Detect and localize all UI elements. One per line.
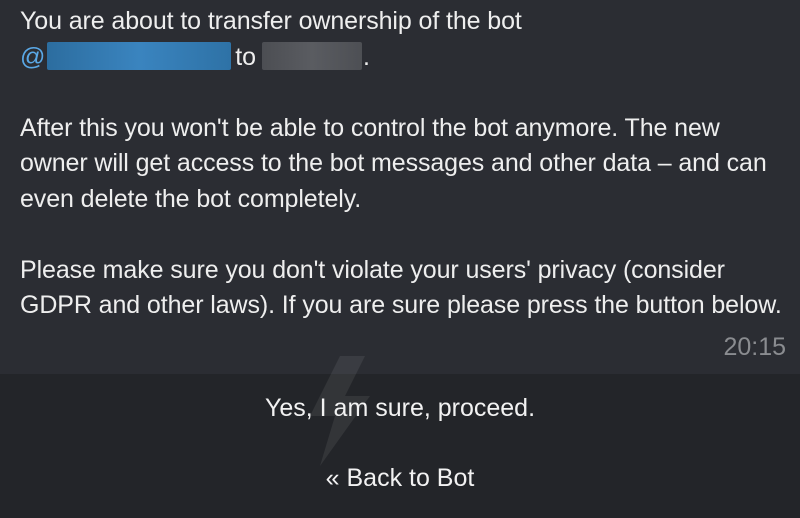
inline-keyboard: Yes, I am sure, proceed. « Back to Bot (0, 374, 800, 518)
message-bubble: You are about to transfer ownership of t… (0, 0, 800, 374)
message-paragraph-warning: After this you won't be able to control … (20, 113, 767, 213)
bot-username-at: @ (20, 42, 46, 71)
confirm-transfer-button[interactable]: Yes, I am sure, proceed. (0, 394, 800, 423)
redacted-bot-username (47, 41, 232, 70)
redacted-recipient (261, 41, 362, 70)
message-text: You are about to transfer ownership of t… (20, 4, 785, 324)
back-to-bot-button[interactable]: « Back to Bot (0, 464, 800, 493)
intro-period: . (362, 42, 370, 71)
message-paragraph-privacy: Please make sure you don't violate your … (20, 255, 782, 320)
message-line-intro: You are about to transfer ownership of t… (20, 4, 785, 75)
intro-text: You are about to transfer ownership of t… (20, 7, 522, 35)
message-timestamp: 20:15 (723, 333, 786, 361)
to-word: to (235, 42, 256, 71)
